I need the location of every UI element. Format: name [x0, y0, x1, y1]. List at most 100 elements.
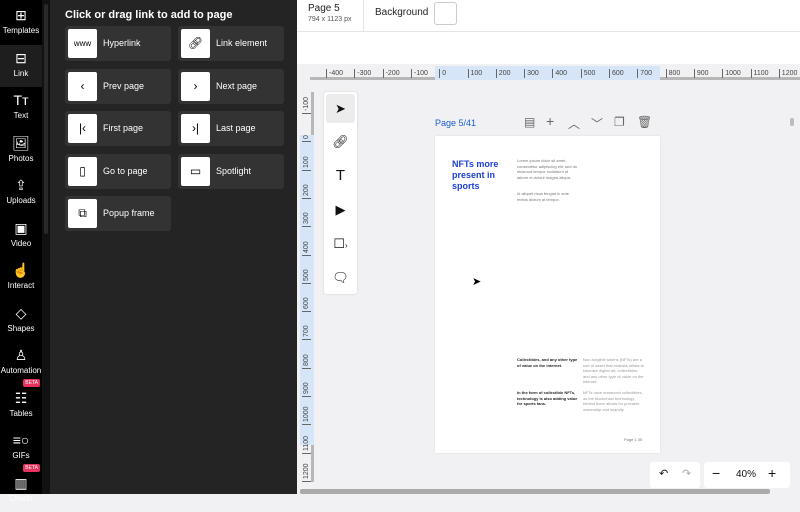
- sidebar-item-label: GIFs: [12, 451, 30, 460]
- link-option-link-element[interactable]: 🔗︎ Link element: [178, 26, 284, 61]
- link-option-last-page[interactable]: ›| Last page: [178, 111, 284, 146]
- link-option-popup-frame[interactable]: ⧉ Popup frame: [65, 196, 171, 231]
- rail-scrollbar[interactable]: [42, 0, 50, 494]
- sidebar-item-label: Templates: [2, 26, 40, 35]
- link-option-first-page[interactable]: |‹ First page: [65, 111, 171, 146]
- beta-badge: BETA: [23, 463, 40, 472]
- divider: [363, 0, 364, 32]
- text-tool-icon[interactable]: T: [326, 161, 355, 190]
- ruler-tick: 500: [302, 269, 311, 284]
- next-page-icon: ›: [181, 71, 210, 101]
- link-option-label: Prev page: [103, 80, 145, 91]
- link-icon: 🔗︎: [181, 29, 210, 58]
- sidebar-item-templates[interactable]: ⊞ Templates: [0, 2, 42, 44]
- ruler-tick: -300: [354, 69, 371, 78]
- sidebar-item-shapes[interactable]: ◇ Shapes: [0, 300, 42, 342]
- zoom-out-button[interactable]: −: [712, 465, 720, 481]
- ruler-tick: 0: [302, 135, 311, 143]
- link-option-label: Last page: [216, 123, 256, 133]
- comment-tool-icon[interactable]: 🗨︎: [326, 263, 355, 292]
- sidebar-item-video[interactable]: ▣ Video: [0, 215, 42, 257]
- sidebar-item-label: Shapes: [7, 323, 35, 333]
- link-option-spotlight[interactable]: ▭ Spotlight: [178, 153, 284, 189]
- ruler-tick: 1100: [750, 69, 769, 78]
- chart-icon: ▥: [14, 474, 28, 491]
- link-option-prev-page[interactable]: ‹ Prev page: [65, 68, 171, 104]
- link-option-go-to-page[interactable]: ▯ Go to page: [65, 153, 171, 189]
- sidebar-item-interact[interactable]: ☝ Interact: [0, 257, 42, 299]
- page-title[interactable]: Page 5: [308, 3, 340, 14]
- sidebar-item-label: Photos: [8, 153, 34, 163]
- ruler-tick: 700: [637, 69, 652, 78]
- sidebar-item-tables[interactable]: ☷ Tables BETA: [0, 378, 42, 427]
- beta-badge: BETA: [23, 378, 40, 387]
- robot-icon: ♙: [14, 347, 28, 363]
- sidebar-item-label: Uploads: [6, 196, 36, 205]
- last-page-icon: ›|: [181, 114, 210, 143]
- ruler-tick: 1200: [778, 69, 797, 78]
- link-option-hyperlink[interactable]: www Hyperlink: [65, 26, 171, 61]
- page-header: Page 5 794 x 1123 px Background: [297, 0, 800, 32]
- doc-bold-text: Collectibles, and any other type of valu…: [517, 357, 578, 368]
- ruler-tick: 1000: [302, 406, 311, 426]
- doc-footer: Page 1 05: [624, 437, 643, 442]
- link-option-label: Next page: [216, 80, 258, 91]
- background-color-swatch[interactable]: [434, 2, 457, 25]
- page-label: Page 5/41: [435, 118, 477, 128]
- link-option-label: Link element: [216, 38, 268, 48]
- prev-page-icon: ‹: [68, 71, 97, 101]
- sidebar-item-charts[interactable]: ▥ Charts BETA: [0, 463, 42, 512]
- move-down-icon[interactable]: ﹀: [591, 115, 603, 132]
- ruler-tick: 900: [302, 382, 311, 397]
- redo-icon[interactable]: ↷: [682, 467, 691, 480]
- ruler-tick: 0: [439, 69, 446, 78]
- ruler-tick: 700: [302, 325, 311, 341]
- shape-tool-icon[interactable]: ☐›: [326, 229, 355, 258]
- sidebar-item-photos[interactable]: 🖼︎ Photos: [0, 130, 42, 172]
- doc-bold-text: In the form of collectible NFTs, technol…: [517, 390, 578, 406]
- zoom-in-button[interactable]: +: [768, 465, 776, 481]
- sidebar-item-label: Tables: [9, 408, 33, 418]
- ruler-tick: 800: [665, 69, 680, 78]
- link-panel: Click or drag link to add to page www Hyp…: [50, 0, 297, 494]
- vertical-scrollbar[interactable]: [790, 118, 794, 126]
- ruler-tick: 300: [524, 69, 539, 78]
- ruler-tick: -100: [410, 69, 428, 78]
- page-size: 794 x 1123 px: [308, 16, 352, 23]
- zoom-level[interactable]: 40%: [736, 469, 756, 480]
- go-to-page-icon: ▯: [68, 156, 97, 186]
- link-tool-icon[interactable]: 🔗︎: [326, 127, 355, 156]
- ruler-tick: 1200: [302, 463, 311, 482]
- horizontal-scrollbar[interactable]: [300, 489, 770, 494]
- gif-icon: ≡○: [12, 432, 30, 448]
- ruler-tick: 1000: [722, 69, 741, 78]
- floating-toolbar: ➤ 🔗︎ T ▶ ☐› 🗨︎: [324, 92, 357, 294]
- comment-icon[interactable]: ▤: [524, 115, 535, 129]
- undo-icon[interactable]: ↶: [659, 467, 668, 480]
- duplicate-icon[interactable]: ❐: [614, 115, 625, 129]
- ruler-tick: 500: [580, 69, 595, 78]
- ruler-tick: 400: [302, 240, 311, 256]
- www-icon: www: [68, 29, 97, 58]
- select-tool-icon[interactable]: ➤: [326, 94, 355, 123]
- sidebar-item-link[interactable]: ⊟ Link: [0, 44, 42, 87]
- ruler-tick: 100: [302, 155, 311, 171]
- sidebar-item-gifs[interactable]: ≡○ GIFs: [0, 427, 42, 469]
- page-canvas[interactable]: NFTs more present in sports Lorem ipsum …: [435, 136, 660, 453]
- ruler-tick: 200: [495, 69, 510, 78]
- sidebar-item-automation[interactable]: ♙ Automation: [0, 342, 42, 384]
- move-up-icon[interactable]: ︿: [568, 115, 580, 132]
- sidebar-item-text[interactable]: Tт Text: [0, 87, 42, 129]
- ruler-tick: 600: [609, 69, 624, 78]
- video-tool-icon[interactable]: ▶: [326, 195, 355, 224]
- shapes-icon: ◇: [15, 304, 27, 321]
- ruler-tick: 900: [693, 69, 709, 78]
- add-page-icon[interactable]: +: [546, 113, 554, 129]
- link-option-label: Hyperlink: [103, 38, 141, 48]
- ruler-tick: 400: [552, 69, 567, 78]
- delete-icon[interactable]: 🗑︎: [637, 115, 652, 129]
- first-page-icon: |‹: [68, 114, 97, 143]
- sidebar-item-uploads[interactable]: ⇪ Uploads: [0, 172, 42, 214]
- link-option-next-page[interactable]: › Next page: [178, 68, 284, 104]
- ruler-tick: 1100: [302, 435, 311, 454]
